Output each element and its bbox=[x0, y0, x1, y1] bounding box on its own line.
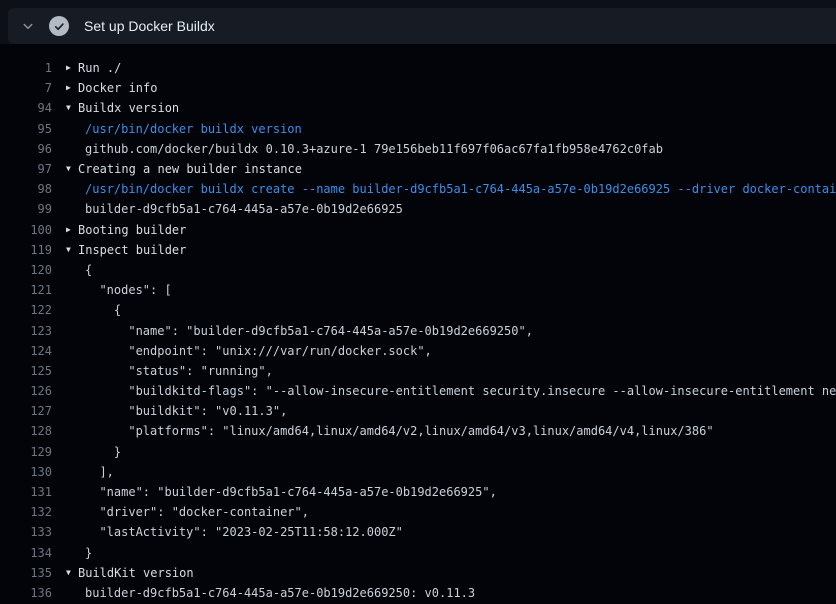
log-command-text: /usr/bin/docker buildx create --name bui… bbox=[66, 182, 836, 196]
line-number[interactable]: 95 bbox=[0, 122, 52, 136]
line-number[interactable]: 131 bbox=[0, 485, 52, 499]
log-output-text: builder-d9cfb5a1-c764-445a-a57e-0b19d2e6… bbox=[66, 586, 475, 600]
log-output-text: { bbox=[66, 263, 92, 277]
group-expanded-icon[interactable]: ▼ bbox=[66, 246, 78, 254]
group-collapsed-icon[interactable]: ▶ bbox=[66, 64, 78, 72]
log-line: 136 builder-d9cfb5a1-c764-445a-a57e-0b19d… bbox=[0, 583, 836, 603]
log-output-text: "driver": "docker-container", bbox=[66, 505, 309, 519]
group-collapsed-icon[interactable]: ▶ bbox=[66, 226, 78, 234]
log-line: 124 "endpoint": "unix:///var/run/docker.… bbox=[0, 341, 836, 361]
line-number[interactable]: 119 bbox=[0, 243, 52, 257]
log-group-title[interactable]: Creating a new builder instance bbox=[78, 162, 302, 176]
line-number[interactable]: 134 bbox=[0, 546, 52, 560]
line-number[interactable]: 97 bbox=[0, 162, 52, 176]
log-output-area[interactable]: 1▶Run ./7▶Docker info94▼Buildx version95… bbox=[0, 44, 836, 604]
chevron-down-icon[interactable] bbox=[20, 18, 36, 34]
log-line: 98/usr/bin/docker buildx create --name b… bbox=[0, 179, 836, 199]
group-expanded-icon[interactable]: ▼ bbox=[66, 569, 78, 577]
log-line: 100 ▶Booting builder bbox=[0, 220, 836, 240]
log-group-title[interactable]: Booting builder bbox=[78, 223, 186, 237]
log-line: 122 { bbox=[0, 300, 836, 320]
line-number[interactable]: 135 bbox=[0, 566, 52, 580]
line-number[interactable]: 96 bbox=[0, 142, 52, 156]
line-number[interactable]: 124 bbox=[0, 344, 52, 358]
line-number[interactable]: 125 bbox=[0, 364, 52, 378]
log-line: 96 github.com/docker/buildx 0.10.3+azure-… bbox=[0, 139, 836, 159]
log-output-text: github.com/docker/buildx 0.10.3+azure-1 … bbox=[66, 142, 663, 156]
group-expanded-icon[interactable]: ▼ bbox=[66, 104, 78, 112]
log-line: 120 { bbox=[0, 260, 836, 280]
step-header[interactable]: Set up Docker Buildx bbox=[8, 8, 836, 44]
line-number[interactable]: 120 bbox=[0, 263, 52, 277]
log-output-text: "platforms": "linux/amd64,linux/amd64/v2… bbox=[66, 424, 714, 438]
log-line: 1 ▶Run ./ bbox=[0, 58, 836, 78]
log-line: 129 } bbox=[0, 442, 836, 462]
line-number[interactable]: 121 bbox=[0, 283, 52, 297]
line-number[interactable]: 126 bbox=[0, 384, 52, 398]
log-output-text: } bbox=[66, 445, 121, 459]
log-line: 132 "driver": "docker-container", bbox=[0, 502, 836, 522]
log-output-text: "nodes": [ bbox=[66, 283, 172, 297]
line-number[interactable]: 100 bbox=[0, 223, 52, 237]
log-line: 133 "lastActivity": "2023-02-25T11:58:12… bbox=[0, 522, 836, 542]
line-number[interactable]: 123 bbox=[0, 324, 52, 338]
log-group-title[interactable]: Docker info bbox=[78, 81, 157, 95]
log-output-text: "lastActivity": "2023-02-25T11:58:12.000… bbox=[66, 525, 403, 539]
log-line: 127 "buildkit": "v0.11.3", bbox=[0, 401, 836, 421]
log-line: 131 "name": "builder-d9cfb5a1-c764-445a-… bbox=[0, 482, 836, 502]
check-circle-icon bbox=[49, 16, 69, 36]
line-number[interactable]: 128 bbox=[0, 424, 52, 438]
line-number[interactable]: 94 bbox=[0, 101, 52, 115]
log-line: 125 "status": "running", bbox=[0, 361, 836, 381]
step-title: Set up Docker Buildx bbox=[84, 18, 215, 34]
line-number[interactable]: 99 bbox=[0, 202, 52, 216]
line-number[interactable]: 7 bbox=[0, 81, 52, 95]
log-line: 94 ▼Buildx version bbox=[0, 98, 836, 118]
line-number[interactable]: 1 bbox=[0, 61, 52, 75]
line-number[interactable]: 127 bbox=[0, 404, 52, 418]
log-line: 119 ▼Inspect builder bbox=[0, 240, 836, 260]
group-expanded-icon[interactable]: ▼ bbox=[66, 165, 78, 173]
log-line: 99 builder-d9cfb5a1-c764-445a-a57e-0b19d2… bbox=[0, 199, 836, 219]
line-number[interactable]: 98 bbox=[0, 182, 52, 196]
line-number[interactable]: 129 bbox=[0, 445, 52, 459]
line-number[interactable]: 132 bbox=[0, 505, 52, 519]
log-line: 7 ▶Docker info bbox=[0, 78, 836, 98]
group-collapsed-icon[interactable]: ▶ bbox=[66, 84, 78, 92]
log-output-text: } bbox=[66, 546, 92, 560]
log-output-text: builder-d9cfb5a1-c764-445a-a57e-0b19d2e6… bbox=[66, 202, 403, 216]
log-group-title[interactable]: Run ./ bbox=[78, 61, 121, 75]
line-number[interactable]: 136 bbox=[0, 586, 52, 600]
log-line: 135 ▼BuildKit version bbox=[0, 563, 836, 583]
log-output-text: "endpoint": "unix:///var/run/docker.sock… bbox=[66, 344, 432, 358]
log-output-text: ], bbox=[66, 465, 114, 479]
log-line: 123 "name": "builder-d9cfb5a1-c764-445a-… bbox=[0, 320, 836, 340]
log-group-title[interactable]: Inspect builder bbox=[78, 243, 186, 257]
log-output-text: "status": "running", bbox=[66, 364, 273, 378]
log-line: 130 ], bbox=[0, 462, 836, 482]
log-group-title[interactable]: BuildKit version bbox=[78, 566, 194, 580]
log-output-text: "name": "builder-d9cfb5a1-c764-445a-a57e… bbox=[66, 485, 497, 499]
line-number[interactable]: 133 bbox=[0, 525, 52, 539]
line-number[interactable]: 122 bbox=[0, 303, 52, 317]
log-line: 121 "nodes": [ bbox=[0, 280, 836, 300]
log-output-text: "buildkit": "v0.11.3", bbox=[66, 404, 287, 418]
log-group-title[interactable]: Buildx version bbox=[78, 101, 179, 115]
log-line: 128 "platforms": "linux/amd64,linux/amd6… bbox=[0, 421, 836, 441]
log-line: 97 ▼Creating a new builder instance bbox=[0, 159, 836, 179]
log-line: 126 "buildkitd-flags": "--allow-insecure… bbox=[0, 381, 836, 401]
log-output-text: { bbox=[66, 303, 121, 317]
log-command-text: /usr/bin/docker buildx version bbox=[66, 122, 302, 136]
line-number[interactable]: 130 bbox=[0, 465, 52, 479]
log-line: 95/usr/bin/docker buildx version bbox=[0, 119, 836, 139]
log-output-text: "name": "builder-d9cfb5a1-c764-445a-a57e… bbox=[66, 324, 533, 338]
log-line: 134} bbox=[0, 543, 836, 563]
log-output-text: "buildkitd-flags": "--allow-insecure-ent… bbox=[66, 384, 836, 398]
